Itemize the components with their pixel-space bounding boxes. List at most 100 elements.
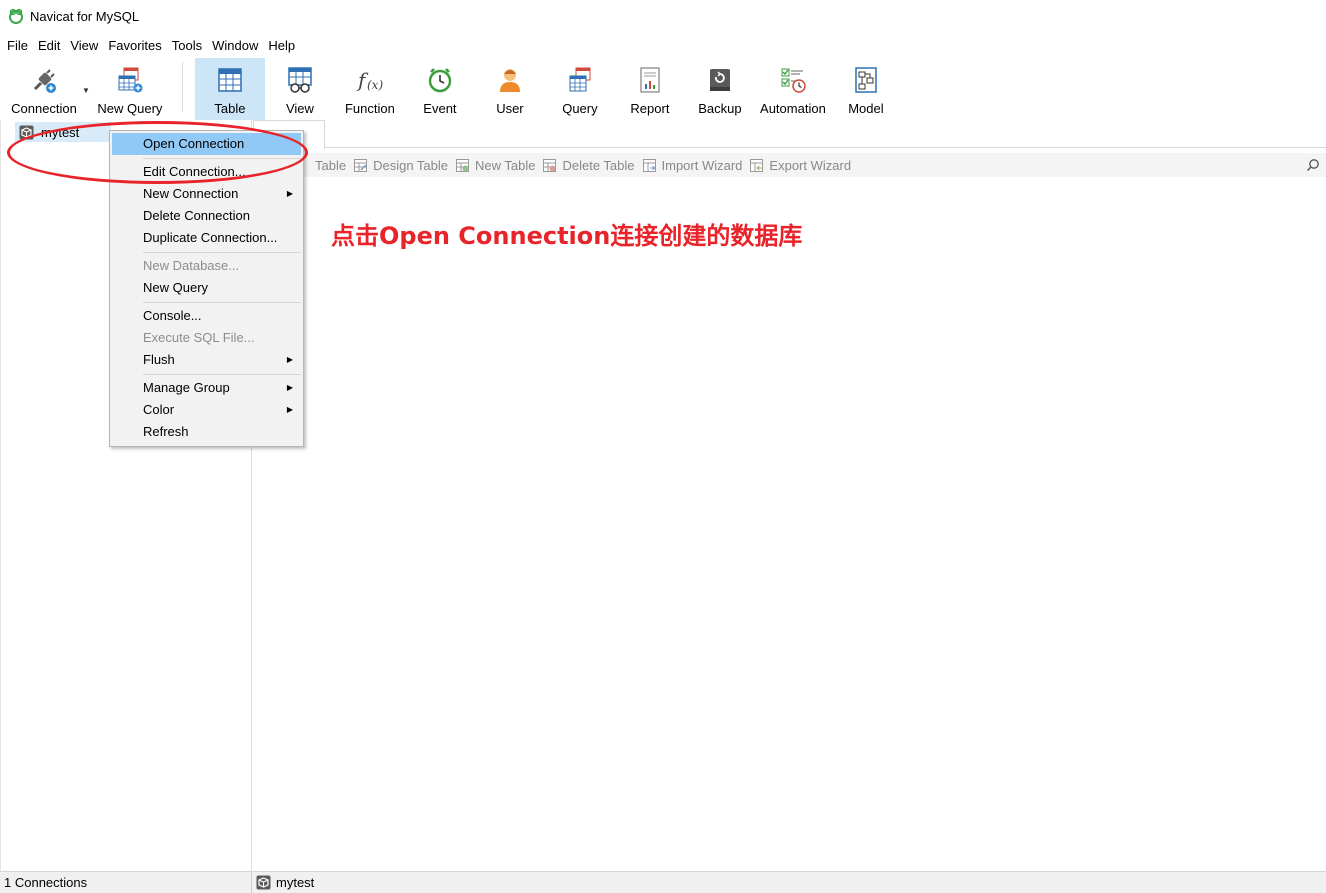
menu-file[interactable]: File: [2, 38, 33, 53]
export-wizard-label: Export Wizard: [769, 157, 852, 173]
submenu-arrow-icon: ▶: [286, 405, 293, 414]
menu-delete-connection[interactable]: Delete Connection: [110, 205, 303, 227]
menu-bar: File Edit View Favorites Tools Window He…: [0, 34, 1326, 56]
menu-separator: [143, 252, 301, 253]
model-label: Model: [848, 101, 884, 116]
menu-edit[interactable]: Edit: [33, 38, 65, 53]
event-clock-icon: [425, 65, 455, 95]
toolbar-separator: [181, 62, 183, 112]
menu-manage-group-label: Manage Group: [143, 380, 230, 395]
search-icon[interactable]: [1306, 158, 1320, 172]
import-wizard-label: Import Wizard: [661, 157, 743, 173]
query-icon: [565, 65, 595, 95]
design-table-icon: [354, 158, 368, 172]
export-wizard-button[interactable]: Export Wizard: [750, 158, 851, 173]
query-label: Query: [562, 101, 598, 116]
report-icon: [635, 65, 665, 95]
connection-label: Connection: [11, 101, 77, 116]
delete-table-icon: [543, 158, 557, 172]
main-toolbar: Connection ▼ New Query Table View f (x) …: [0, 58, 1326, 120]
menu-favorites[interactable]: Favorites: [103, 38, 166, 53]
menu-separator: [143, 158, 301, 159]
menu-color-label: Color: [143, 402, 175, 417]
status-connections: 1 Connections: [0, 872, 252, 893]
menu-color[interactable]: Color ▶: [110, 399, 303, 421]
tree-item-label: mytest: [41, 124, 80, 140]
query-button[interactable]: Query: [545, 58, 615, 120]
automation-icon: [778, 65, 808, 95]
new-query-button[interactable]: New Query: [90, 58, 170, 120]
mysql-connection-icon: [19, 125, 34, 139]
automation-button[interactable]: Automation: [755, 58, 831, 120]
menu-console[interactable]: Console...: [110, 305, 303, 327]
menu-execute-sql-file: Execute SQL File...: [143, 330, 255, 345]
menu-open-connection[interactable]: Open Connection: [112, 133, 301, 155]
menu-new-connection[interactable]: New Connection ▶: [110, 183, 303, 205]
tab-strip: [253, 120, 1326, 149]
design-table-button[interactable]: Design Table: [354, 158, 448, 173]
user-label: User: [496, 101, 524, 116]
view-button[interactable]: View: [265, 58, 335, 120]
status-connections-text: 1 Connections: [4, 875, 88, 890]
submenu-arrow-icon: ▶: [286, 383, 293, 392]
delete-table-button[interactable]: Delete Table: [543, 157, 635, 173]
title-bar: Navicat for MySQL: [0, 0, 1326, 32]
menu-separator: [143, 374, 301, 375]
status-current-connection: mytest: [252, 875, 314, 890]
menu-flush-label: Flush: [143, 352, 175, 367]
connection-plug-icon: [29, 65, 59, 95]
automation-label: Automation: [760, 101, 826, 116]
backup-button[interactable]: Backup: [685, 58, 755, 120]
menu-duplicate-connection[interactable]: Duplicate Connection...: [110, 227, 303, 249]
menu-edit-connection[interactable]: Edit Connection...: [110, 161, 303, 183]
export-wizard-icon: [750, 158, 764, 172]
open-table-label: Table: [315, 157, 347, 173]
menu-flush[interactable]: Flush ▶: [110, 349, 303, 371]
user-button[interactable]: User: [475, 58, 545, 120]
object-toolbar: Table Design Table New Table Delete Tabl…: [253, 153, 1326, 177]
connection-context-menu: Open Connection Edit Connection... New C…: [109, 130, 304, 447]
menu-view[interactable]: View: [65, 38, 103, 53]
open-table-button[interactable]: Table: [315, 158, 346, 173]
status-bar: 1 Connections mytest: [0, 871, 1326, 893]
import-wizard-button[interactable]: Import Wizard: [642, 157, 743, 173]
report-button[interactable]: Report: [615, 58, 685, 120]
menu-help[interactable]: Help: [263, 38, 300, 53]
function-button[interactable]: f (x) Function: [335, 58, 405, 120]
menu-new-query[interactable]: New Query: [110, 277, 303, 299]
function-label: Function: [344, 101, 395, 116]
import-wizard-icon: [642, 158, 656, 172]
event-label: Event: [423, 101, 457, 116]
report-label: Report: [630, 101, 670, 116]
delete-table-label: Delete Table: [562, 157, 635, 173]
event-button[interactable]: Event: [405, 58, 475, 120]
new-query-label: New Query: [97, 101, 163, 116]
connection-button[interactable]: Connection: [0, 58, 88, 120]
navicat-logo-icon: [9, 8, 23, 24]
view-icon: [285, 65, 315, 95]
submenu-arrow-icon: ▶: [286, 355, 293, 364]
svg-text:(x): (x): [367, 78, 383, 92]
table-button[interactable]: Table: [194, 58, 265, 120]
model-icon: [851, 65, 881, 95]
menu-manage-group[interactable]: Manage Group ▶: [110, 377, 303, 399]
new-table-label: New Table: [475, 157, 536, 173]
menu-new-connection-label: New Connection: [143, 186, 239, 201]
design-table-label: Design Table: [373, 157, 448, 173]
window-title: Navicat for MySQL: [30, 8, 140, 24]
new-table-button[interactable]: New Table: [456, 158, 535, 173]
menu-window[interactable]: Window: [207, 38, 263, 53]
user-icon: [495, 65, 525, 95]
menu-tools[interactable]: Tools: [167, 38, 207, 53]
model-button[interactable]: Model: [831, 58, 901, 120]
menu-refresh[interactable]: Refresh: [110, 421, 303, 443]
view-label: View: [285, 101, 314, 116]
table-icon: [215, 65, 245, 95]
submenu-arrow-icon: ▶: [286, 189, 293, 198]
new-query-icon: [115, 65, 145, 95]
connection-dropdown-icon[interactable]: ▼: [82, 86, 90, 120]
annotation-text: 点击Open Connection连接创建的数据库: [331, 222, 803, 250]
tree-item-mytest[interactable]: mytest: [15, 122, 111, 142]
backup-icon: [705, 65, 735, 95]
table-label: Table: [214, 101, 246, 116]
